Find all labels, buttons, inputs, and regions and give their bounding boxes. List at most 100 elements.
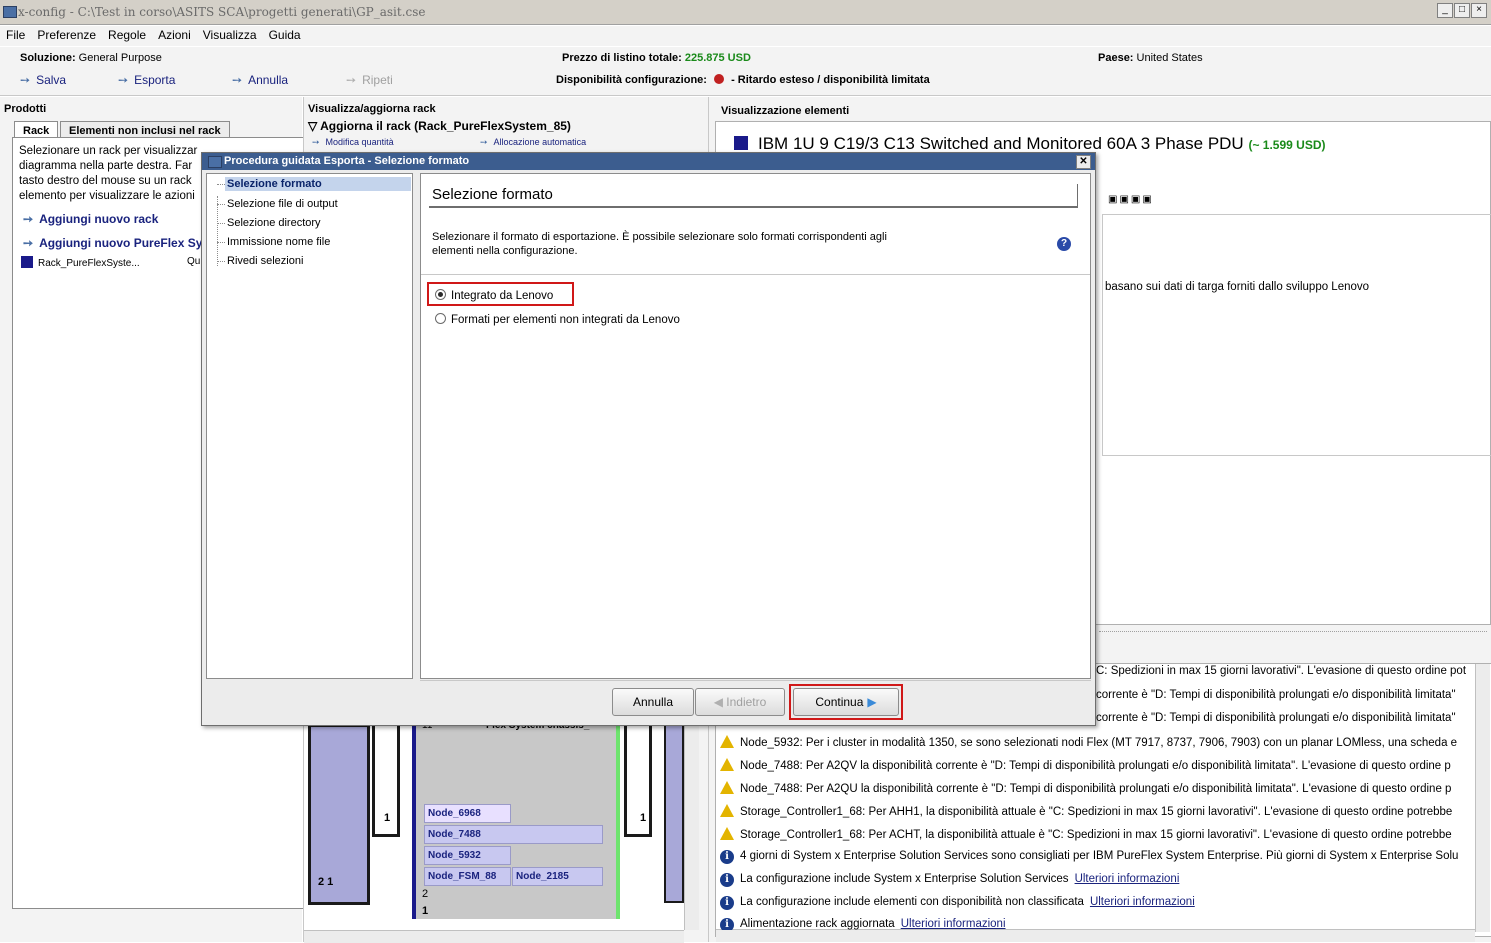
message-row: Storage_Controller1_68: Per AHH1, la dis… <box>720 804 1470 818</box>
node-item[interactable]: Node_7488 <box>424 825 603 844</box>
divider <box>421 274 1090 275</box>
arrow-right-icon: ➙ <box>23 236 34 250</box>
message-row: i La configurazione include elementi con … <box>720 896 1470 910</box>
step-selezione-formato[interactable]: Selezione formato <box>225 177 411 191</box>
aggiorna-rack-toggle[interactable]: ▽ Aggiorna il rack (Rack_PureFlexSystem_… <box>308 119 571 133</box>
rack-icon <box>21 256 33 268</box>
allocazione-link[interactable]: ➙ Allocazione automatica <box>480 137 586 148</box>
info-icon: i <box>720 873 734 887</box>
content-header: Selezione formato <box>432 186 553 203</box>
step-rivedi-selezioni[interactable]: Rivedi selezioni <box>227 255 303 267</box>
menu-file[interactable]: File <box>0 26 31 42</box>
info-icon: i <box>720 918 734 930</box>
rack-right-rail <box>624 724 652 837</box>
collapse-triangle-icon: ▽ <box>308 119 321 133</box>
window-title: x-config - C:\Test in corso\ASITS SCA\pr… <box>18 5 426 19</box>
step-selezione-file-output[interactable]: Selezione file di output <box>227 198 338 210</box>
rack-right-unit <box>664 724 684 903</box>
product-color-swatch <box>734 136 748 150</box>
add-rack-link[interactable]: ➙ Aggiungi nuovo rack <box>23 212 158 226</box>
small-box-icons: ▣▣▣▣ <box>1108 194 1154 205</box>
warning-icon <box>720 827 734 840</box>
node-item[interactable]: Node_FSM_88 <box>424 867 511 886</box>
step-immissione-nome-file[interactable]: Immissione nome file <box>227 236 330 248</box>
node-item[interactable]: Node_6968 <box>424 804 511 823</box>
info-bar: Soluzione: General Purpose Prezzo di lis… <box>0 47 1491 96</box>
esporta-button[interactable]: ➙ Esporta <box>118 73 175 87</box>
dialog-close-button[interactable]: ✕ <box>1076 155 1091 169</box>
message-row: Node_5932: Per i cluster in modalità 135… <box>720 735 1470 749</box>
product-heading: IBM 1U 9 C19/3 C13 Switched and Monitore… <box>734 134 1326 154</box>
message-row: i4 giorni di System x Enterprise Solutio… <box>720 850 1470 864</box>
message-row: i Alimentazione rack aggiornata Ulteriori … <box>720 918 1470 930</box>
salva-button[interactable]: ➙ Salva <box>20 73 66 87</box>
format-description: Selezionare il formato di esportazione. … <box>432 231 887 257</box>
rack-description: Selezionare un rack per visualizzar diagr… <box>19 145 198 202</box>
status-red-dot-icon <box>714 74 725 84</box>
back-arrow-icon: ◀ <box>713 695 727 709</box>
rack-horizontal-scrollbar[interactable] <box>304 930 684 943</box>
ulteriori-informazioni-link[interactable]: Ulteriori informazioni <box>1090 896 1195 908</box>
ripeti-button[interactable]: ➙ Ripeti <box>346 73 393 87</box>
arrow-right-icon: ➙ <box>23 212 34 226</box>
rack-vertical-scrollbar[interactable] <box>684 724 699 930</box>
radio-unselected-icon <box>435 313 446 324</box>
arrow-right-icon: ➙ <box>346 73 357 87</box>
rack-diagram: 2 1 1 11 Flex System chassis_ Node_6968 … <box>304 720 698 930</box>
info-icon: i <box>720 896 734 910</box>
message-row: Node_7488: Per A2QU la disponibilità cor… <box>720 781 1470 795</box>
ulteriori-informazioni-link[interactable]: Ulteriori informazioni <box>901 918 1006 930</box>
highlight-box <box>789 684 903 720</box>
menu-preferenze[interactable]: Preferenze <box>31 26 102 42</box>
export-wizard-dialog: Procedura guidata Esporta - Selezione fo… <box>201 152 1096 726</box>
menu-guida[interactable]: Guida <box>263 26 307 42</box>
app-icon <box>208 156 222 168</box>
info-icon: i <box>720 850 734 864</box>
message-row: Storage_Controller1_68: Per ACHT, la dis… <box>720 827 1470 841</box>
annulla-action-button[interactable]: ➙ Annulla <box>232 73 288 87</box>
menu-visualizza[interactable]: Visualizza <box>197 26 263 42</box>
message-row: corrente è "D: Tempi di disponibilità pr… <box>1096 689 1456 701</box>
menu-bar: File Preferenze Regole Azioni Visualizza Guid… <box>0 26 1491 46</box>
rack-list-item[interactable]: Rack_PureFlexSyste... Qu <box>21 256 200 269</box>
element-info-text: basano sui dati di targa forniti dallo s… <box>1105 281 1370 293</box>
message-row: Node_7488: Per A2QV la disponibilità cor… <box>720 758 1470 772</box>
add-pureflex-link[interactable]: ➙ Aggiungi nuovo PureFlex Syst <box>23 236 213 250</box>
radio-formati-non-integrati[interactable]: Formati per elementi non integrati da Le… <box>435 313 680 326</box>
step-selezione-directory[interactable]: Selezione directory <box>227 217 321 229</box>
message-row: C: Spedizioni in max 15 giorni lavorativ… <box>1096 665 1466 677</box>
minimize-button[interactable]: _ <box>1437 3 1453 18</box>
prezzo-info: Prezzo di listino totale: 225.875 USD <box>562 52 751 64</box>
rack-panel-title: Visualizza/aggiorna rack <box>308 103 436 115</box>
flex-chassis: 11 Flex System chassis_ Node_6968 Node_7… <box>412 720 620 919</box>
nav-tree-line <box>217 196 219 266</box>
node-item[interactable]: Node_5932 <box>424 846 511 865</box>
arrow-right-icon: ➙ <box>232 73 243 87</box>
soluzione-info: Soluzione: General Purpose <box>20 52 162 64</box>
maximize-button[interactable]: □ <box>1454 3 1470 18</box>
dialog-title-bar: Procedura guidata Esporta - Selezione fo… <box>202 153 1095 170</box>
prodotti-title: Prodotti <box>4 103 47 115</box>
arrow-right-icon: ➙ <box>118 73 129 87</box>
node-item[interactable]: Node_2185 <box>512 867 603 886</box>
app-icon <box>3 6 17 18</box>
messages-vertical-scrollbar[interactable] <box>1475 664 1490 932</box>
content-header-box: Selezione formato <box>429 184 1078 208</box>
disponibilita-info: Disponibilità configurazione: - Ritardo … <box>556 74 930 86</box>
message-row: i La configurazione include System x Ente… <box>720 873 1470 887</box>
modifica-quantita-link[interactable]: ➙ Modifica quantità <box>312 137 394 148</box>
annulla-button[interactable]: Annulla <box>612 688 694 716</box>
arrow-right-icon: ➙ <box>480 137 488 147</box>
help-icon[interactable]: ? <box>1057 237 1071 251</box>
menu-regole[interactable]: Regole <box>102 26 152 42</box>
arrow-right-icon: ➙ <box>312 137 320 147</box>
ulteriori-informazioni-link[interactable]: Ulteriori informazioni <box>1075 873 1180 885</box>
warning-icon <box>720 735 734 748</box>
menu-azioni[interactable]: Azioni <box>152 26 197 42</box>
elementi-title: Visualizzazione elementi <box>721 105 850 117</box>
messages-horizontal-scrollbar[interactable] <box>716 929 1475 942</box>
close-window-button[interactable]: × <box>1471 3 1487 18</box>
indietro-button[interactable]: ◀ Indietro <box>695 688 785 716</box>
warning-icon <box>720 781 734 794</box>
element-info-box <box>1102 214 1491 456</box>
